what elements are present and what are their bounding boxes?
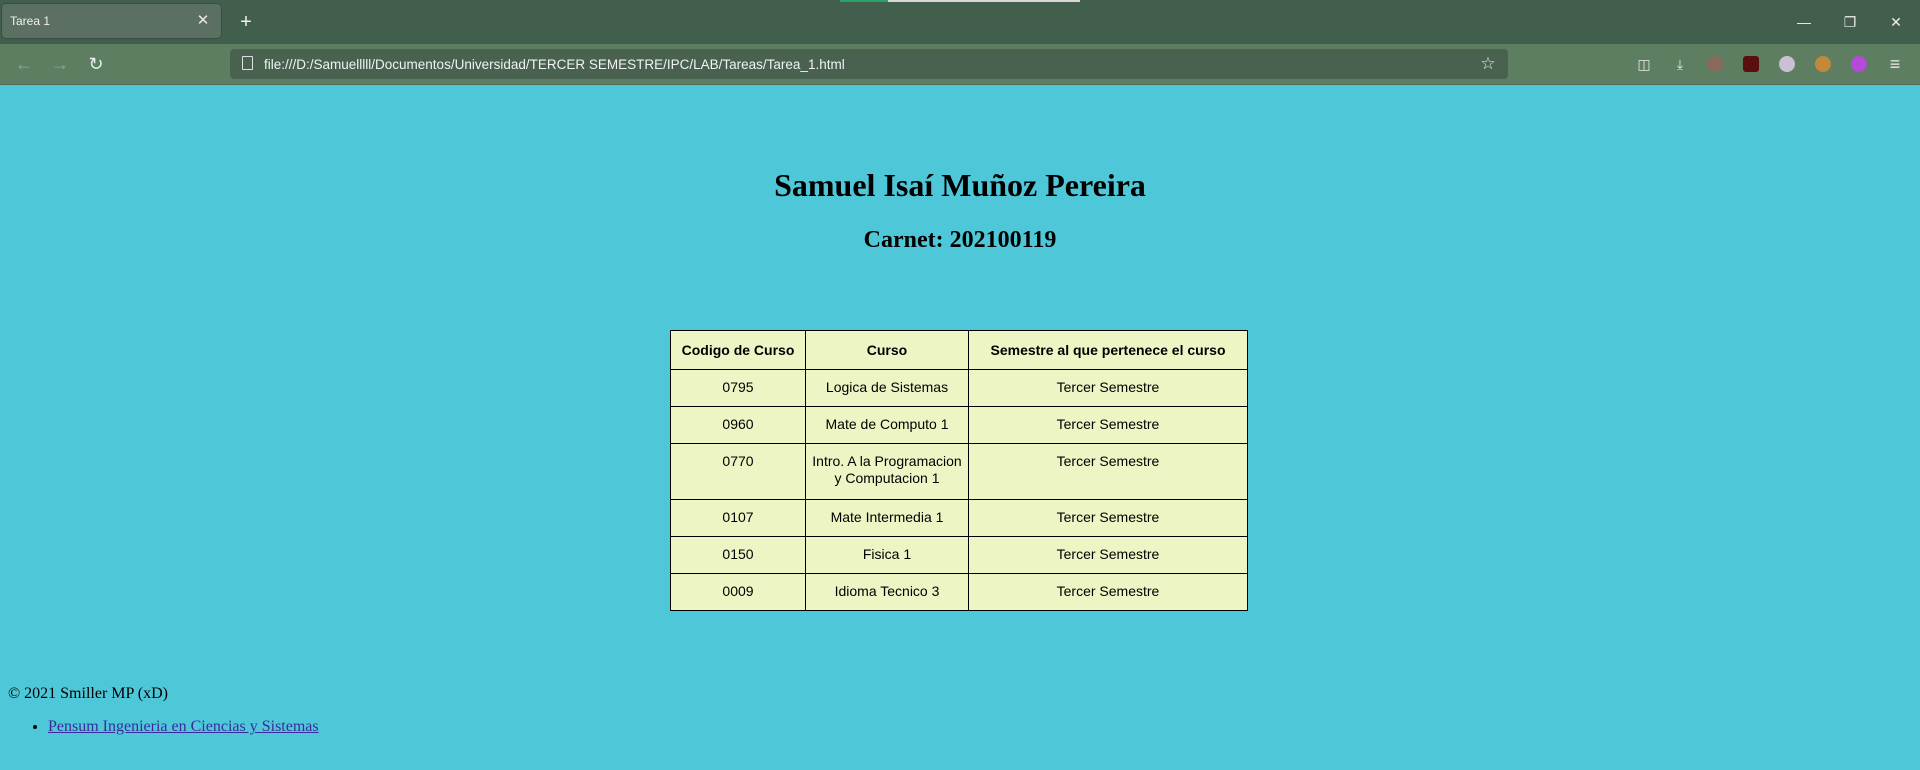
table-header-row: Codigo de Curso Curso Semestre al que pe… bbox=[670, 330, 1248, 370]
forward-button[interactable]: → bbox=[46, 51, 74, 77]
extension-avatar-icon[interactable] bbox=[1707, 56, 1723, 72]
header-course: Curso bbox=[805, 330, 969, 370]
reload-button[interactable]: ↻ bbox=[82, 51, 110, 77]
cell-course-code: 0009 bbox=[670, 573, 806, 611]
url-text[interactable]: file:///D:/Samuelllll/Documentos/Univers… bbox=[264, 57, 845, 72]
cell-course: Mate Intermedia 1 bbox=[805, 499, 969, 537]
cell-course-code: 0150 bbox=[670, 536, 806, 574]
close-window-button[interactable]: ✕ bbox=[1882, 10, 1910, 34]
pensum-link[interactable]: Pensum Ingenieria en Ciencias y Sistemas bbox=[48, 718, 319, 735]
address-bar[interactable]: file:///D:/Samuelllll/Documentos/Univers… bbox=[230, 49, 1508, 79]
new-tab-button[interactable]: + bbox=[234, 10, 258, 34]
pocket-icon[interactable]: ◫ bbox=[1633, 53, 1655, 75]
cell-course-code: 0770 bbox=[670, 443, 806, 500]
bookmark-star-icon[interactable]: ☆ bbox=[1476, 52, 1500, 76]
cell-course: Fisica 1 bbox=[805, 536, 969, 574]
student-id: Carnet: 202100119 bbox=[863, 227, 1057, 253]
cell-course: Logica de Sistemas bbox=[805, 369, 969, 407]
cell-course: Intro. A la Programacion y Computacion 1 bbox=[805, 443, 969, 500]
cell-semester: Tercer Semestre bbox=[968, 443, 1248, 500]
cell-course-code: 0960 bbox=[670, 406, 806, 444]
extension-lock-icon[interactable] bbox=[1779, 56, 1795, 72]
courses-table: Codigo de Curso Curso Semestre al que pe… bbox=[670, 330, 1248, 611]
restore-button[interactable]: ❐ bbox=[1836, 10, 1864, 34]
cell-semester: Tercer Semestre bbox=[968, 499, 1248, 537]
extension-red-icon[interactable] bbox=[1743, 56, 1759, 72]
header-semester: Semestre al que pertenece el curso bbox=[968, 330, 1248, 370]
table-row: 0150 Fisica 1 Tercer Semestre bbox=[670, 536, 1248, 574]
table-row: 0795 Logica de Sistemas Tercer Semestre bbox=[670, 369, 1248, 407]
loading-progress-accent bbox=[840, 0, 888, 2]
cell-semester: Tercer Semestre bbox=[968, 406, 1248, 444]
cell-course-code: 0795 bbox=[670, 369, 806, 407]
table-row: 0009 Idioma Tecnico 3 Tercer Semestre bbox=[670, 573, 1248, 611]
tab-strip: Tarea 1 ✕ + — ❐ ✕ bbox=[0, 0, 1920, 44]
footer-copyright: © 2021 Smiller MP (xD) bbox=[8, 685, 169, 702]
extension-purple-icon[interactable] bbox=[1851, 56, 1867, 72]
download-icon[interactable]: ⤓ bbox=[1669, 53, 1691, 75]
tab-title: Tarea 1 bbox=[10, 14, 51, 28]
table-row: 0960 Mate de Computo 1 Tercer Semestre bbox=[670, 406, 1248, 444]
cell-semester: Tercer Semestre bbox=[968, 369, 1248, 407]
back-button[interactable]: ← bbox=[10, 51, 38, 77]
extension-orange-icon[interactable] bbox=[1815, 56, 1831, 72]
cell-course: Mate de Computo 1 bbox=[805, 406, 969, 444]
table-row: 0107 Mate Intermedia 1 Tercer Semestre bbox=[670, 499, 1248, 537]
tab-tarea-1[interactable]: Tarea 1 ✕ bbox=[2, 4, 221, 38]
cell-course: Idioma Tecnico 3 bbox=[805, 573, 969, 611]
close-icon[interactable]: ✕ bbox=[193, 11, 213, 31]
header-course-code: Codigo de Curso bbox=[670, 330, 806, 370]
table-row: 0770 Intro. A la Programacion y Computac… bbox=[670, 443, 1248, 500]
list-item: Pensum Ingenieria en Ciencias y Sistemas bbox=[48, 718, 319, 736]
cell-semester: Tercer Semestre bbox=[968, 573, 1248, 611]
page-content: Samuel Isaí Muñoz Pereira Carnet: 202100… bbox=[0, 85, 1920, 770]
page-title: Samuel Isaí Muñoz Pereira bbox=[774, 167, 1146, 203]
page-icon bbox=[242, 56, 253, 70]
links-list: Pensum Ingenieria en Ciencias y Sistemas bbox=[8, 718, 319, 736]
minimize-button[interactable]: — bbox=[1790, 10, 1818, 34]
cell-semester: Tercer Semestre bbox=[968, 536, 1248, 574]
menu-icon[interactable]: ≡ bbox=[1884, 53, 1906, 75]
cell-course-code: 0107 bbox=[670, 499, 806, 537]
